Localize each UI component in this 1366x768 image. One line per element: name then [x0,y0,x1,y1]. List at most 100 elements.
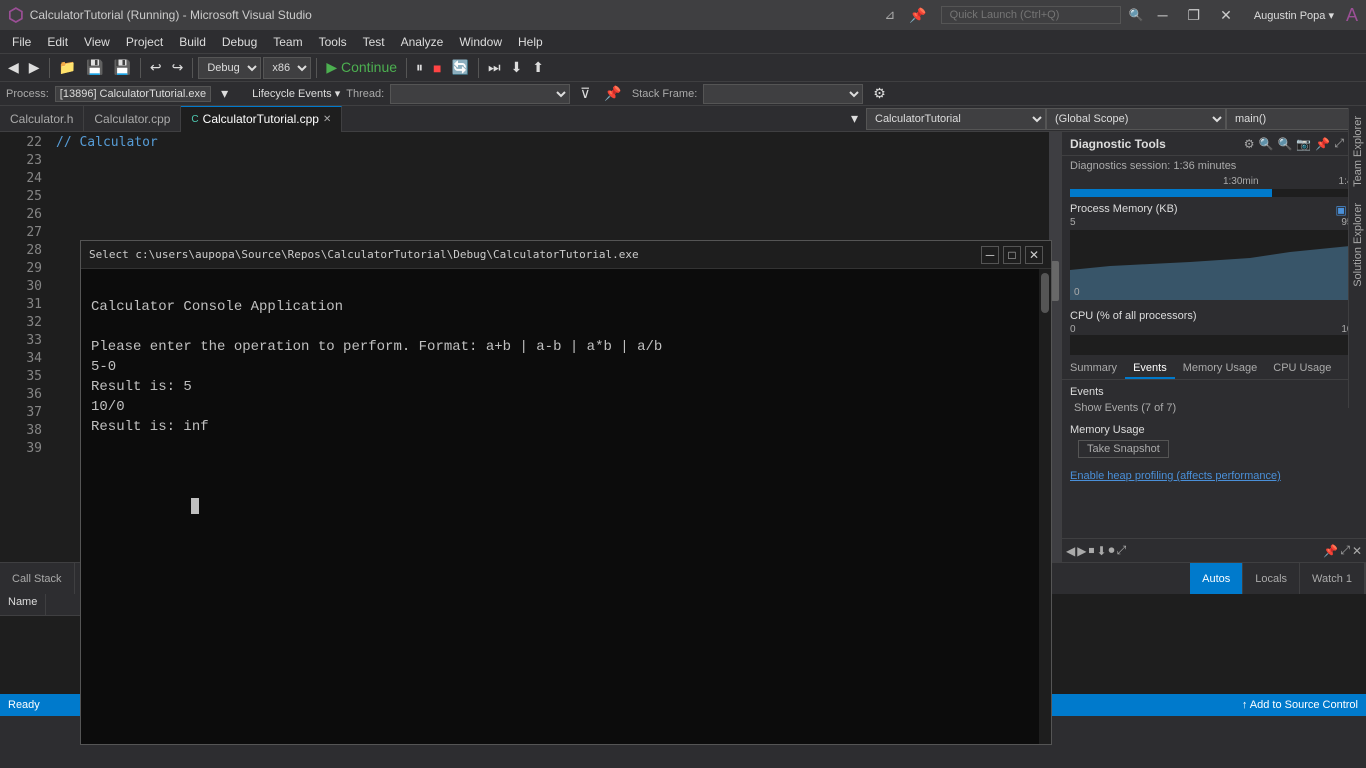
minimize-button[interactable]: ─ [1152,7,1174,23]
platform-dropdown[interactable]: x86 [263,57,311,79]
diag-tab-events[interactable]: Events [1125,359,1175,379]
bottom-tab-call-stack[interactable]: Call Stack [0,563,75,595]
diag-bottom-btn-5[interactable]: ⏺ [1109,543,1115,558]
thread-filter-btn[interactable]: ⊽ [576,83,594,104]
bottom-tab-autos[interactable]: Autos [1190,563,1243,595]
diag-tab-summary[interactable]: Summary [1062,359,1125,379]
save-button[interactable]: 💾 [82,57,107,78]
quick-launch-input[interactable] [941,6,1121,24]
menu-tools[interactable]: Tools [311,33,355,51]
console-close-btn[interactable]: ✕ [1025,246,1043,264]
diag-tab-memory[interactable]: Memory Usage [1175,359,1266,379]
config-dropdown[interactable]: Debug [198,57,261,79]
diag-pin-btn[interactable]: 📌 [1315,136,1330,151]
step-out-button[interactable]: ⬆ [528,57,548,78]
diag-bottom-btn-4[interactable]: ⬇ [1096,544,1106,558]
diag-zoom-fit-btn[interactable]: 🔍 [1259,136,1274,151]
diag-bottom-btn-6[interactable]: ⤢ [1117,543,1127,558]
member-scope-dropdown[interactable]: (Global Scope) [1046,108,1226,130]
console-restore-btn[interactable]: □ [1003,246,1021,264]
menu-analyze[interactable]: Analyze [393,33,452,51]
title-bar: ⬡ CalculatorTutorial (Running) - Microso… [0,0,1366,30]
line-num-33: 33 [0,332,48,350]
diagnostic-tools-panel: Diagnostic Tools ⚙ 🔍 🔍 📷 📌 ⤢ ✕ Diagnosti… [1061,132,1366,562]
pin-button[interactable]: 📌 [903,7,932,24]
line-num-34: 34 [0,350,48,368]
menu-file[interactable]: File [4,33,39,51]
diag-zoom-in-btn[interactable]: 🔍 [1277,136,1292,151]
tab-label: CalculatorTutorial.cpp [203,112,319,126]
undo-button[interactable]: ↩ [146,57,166,78]
diag-snapshot-icon[interactable]: 📷 [1296,136,1311,151]
cpu-section: CPU (% of all processors) 0 100 [1062,306,1366,359]
console-content[interactable]: Calculator Console Application Please en… [81,269,1051,744]
diag-pin-bottom-btn[interactable]: 📌 [1323,543,1338,558]
lifecycle-events[interactable]: Lifecycle Events ▾ [252,87,340,100]
stack-frame-dropdown[interactable] [703,84,863,104]
tab-calculator-tutorial-cpp[interactable]: C CalculatorTutorial.cpp ✕ [181,106,342,132]
stop-button[interactable]: ■ [429,58,445,78]
add-to-source-control[interactable]: ↑ Add to Source Control [1242,699,1358,711]
timeline-bar[interactable] [1070,189,1358,197]
title-bar-left: ⬡ CalculatorTutorial (Running) - Microso… [8,5,312,26]
tab-close-icon[interactable]: ✕ [323,114,331,125]
bottom-tab-locals[interactable]: Locals [1243,563,1300,595]
search-icon: 🔍 [1129,8,1144,22]
restart-button[interactable]: 🔄 [448,57,473,78]
take-snapshot-button[interactable]: Take Snapshot [1078,440,1169,458]
user-avatar-icon: A [1346,5,1358,26]
thread-pin-btn[interactable]: 📌 [600,83,625,104]
step-into-button[interactable]: ⬇ [507,57,527,78]
process-dropdown-btn[interactable]: ▾ [217,83,232,104]
tab-list-btn[interactable]: ▾ [847,108,862,129]
stack-settings-btn[interactable]: ⚙ [869,83,890,104]
diag-bottom-btn-2[interactable]: ▶ [1077,544,1086,558]
scope-dropdown[interactable]: CalculatorTutorial [866,108,1046,130]
console-scrollbar-track[interactable] [1039,269,1051,744]
diag-expand-bottom-btn[interactable]: ⤢ [1340,543,1350,558]
step-over-button[interactable]: ⏸ [412,57,427,78]
menu-view[interactable]: View [76,33,118,51]
diag-settings-btn[interactable]: ⚙ [1244,136,1255,151]
menu-test[interactable]: Test [355,33,393,51]
diagnostic-tools-title: Diagnostic Tools [1070,137,1166,151]
redo-button[interactable]: ↪ [168,57,188,78]
menu-team[interactable]: Team [265,33,310,51]
tab-calculator-cpp[interactable]: Calculator.cpp [84,106,181,132]
menu-edit[interactable]: Edit [39,33,76,51]
show-events-button[interactable]: Show Events (7 of 7) [1070,400,1180,416]
console-minimize-btn[interactable]: ─ [981,246,999,264]
diag-bottom-btn-3[interactable]: ⏹ [1088,543,1094,558]
menu-project[interactable]: Project [118,33,171,51]
menu-help[interactable]: Help [510,33,551,51]
memory-val-left: 5 [1070,217,1076,228]
team-explorer-tab[interactable]: Team Explorer [1350,108,1366,195]
cpu-chart [1070,335,1358,355]
open-button[interactable]: 📁 [55,57,80,78]
diag-close-bottom-btn[interactable]: ✕ [1352,543,1362,558]
menu-window[interactable]: Window [451,33,510,51]
save-all-button[interactable]: 💾 [109,57,134,78]
breakpoint-button[interactable]: ⏭ [484,57,505,78]
solution-explorer-tab[interactable]: Solution Explorer [1350,195,1366,295]
diag-tab-cpu[interactable]: CPU Usage [1265,359,1339,379]
code-scrollbar-thumb[interactable] [1051,261,1059,301]
back-button[interactable]: ◀ [4,57,23,78]
tab-calculator-h[interactable]: Calculator.h [0,106,84,132]
cpu-values: 0 100 [1070,324,1358,335]
code-line-24 [56,170,1041,188]
continue-button[interactable]: ▶ Continue [322,57,401,78]
menu-build[interactable]: Build [171,33,214,51]
close-button[interactable]: ✕ [1214,7,1238,24]
diag-bottom-btn-1[interactable]: ◀ [1066,544,1075,558]
console-scrollbar-thumb[interactable] [1041,273,1049,313]
thread-dropdown[interactable] [390,84,570,104]
forward-button[interactable]: ▶ [25,57,44,78]
member-dropdown[interactable]: main() [1226,108,1366,130]
line-num-23: 23 [0,152,48,170]
user-name[interactable]: Augustin Popa ▾ [1254,9,1334,22]
menu-debug[interactable]: Debug [214,33,265,51]
restore-button[interactable]: ❐ [1182,7,1207,24]
diag-expand-btn[interactable]: ⤢ [1334,136,1344,151]
bottom-tab-watch-1[interactable]: Watch 1 [1300,563,1365,595]
